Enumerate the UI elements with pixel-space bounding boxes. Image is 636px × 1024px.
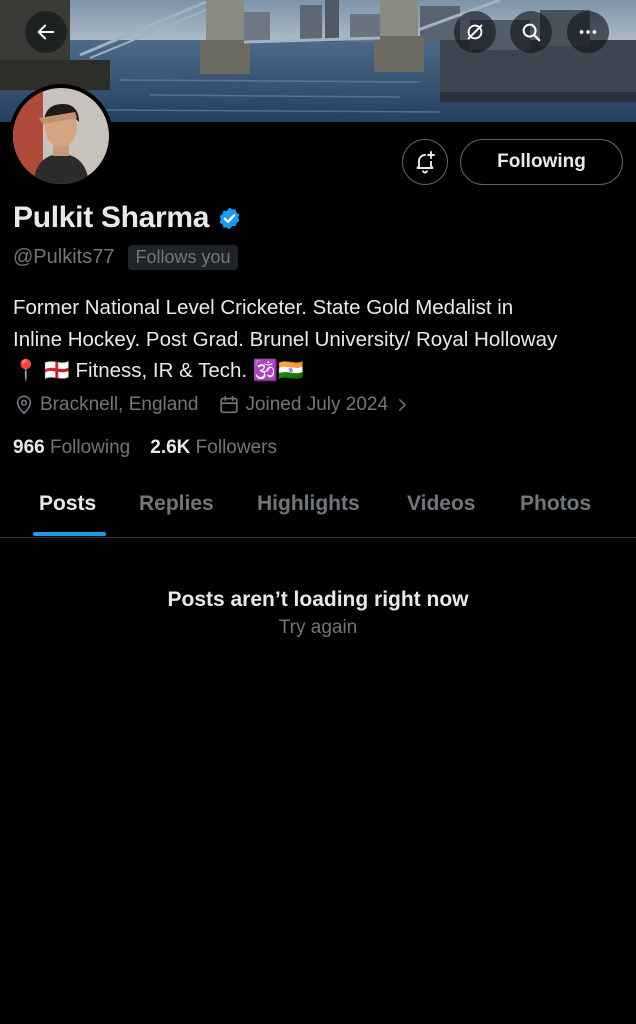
display-name: Pulkit Sharma bbox=[13, 201, 210, 234]
bio-line: Inline Hockey. Post Grad. Brunel Univers… bbox=[13, 327, 558, 351]
profile-meta: Bracknell, England Joined July 2024 bbox=[13, 394, 431, 416]
search-icon bbox=[522, 23, 541, 42]
bio-line: 📍 🏴󠁧󠁢󠁥󠁮󠁧󠁿 Fitness, IR & Tech. 🕉️🇮🇳 bbox=[13, 359, 304, 382]
tab-photos[interactable]: Photos bbox=[520, 492, 591, 516]
chevron-right-icon bbox=[399, 399, 406, 411]
followers-label: Followers bbox=[195, 437, 277, 458]
joined-date[interactable]: Joined July 2024 bbox=[218, 394, 411, 416]
following-button[interactable]: Following bbox=[460, 139, 623, 185]
grok-button[interactable] bbox=[454, 11, 496, 53]
try-again-link[interactable]: Try again bbox=[0, 617, 636, 639]
followers-stat[interactable]: 2.6K Followers bbox=[150, 437, 277, 459]
back-button[interactable] bbox=[25, 11, 67, 53]
tab-videos[interactable]: Videos bbox=[407, 492, 475, 516]
following-stat[interactable]: 966 Following bbox=[13, 437, 130, 459]
following-count: 966 bbox=[13, 437, 45, 458]
profile-tabs: Posts Replies Highlights Videos Photos bbox=[0, 478, 636, 538]
arrow-left-icon bbox=[37, 24, 55, 40]
location: Bracknell, England bbox=[13, 394, 198, 416]
follows-you-badge: Follows you bbox=[128, 245, 238, 270]
grok-icon bbox=[467, 24, 483, 40]
more-icon bbox=[579, 30, 597, 34]
followers-count: 2.6K bbox=[150, 437, 191, 458]
tab-replies[interactable]: Replies bbox=[139, 492, 214, 516]
tab-highlights[interactable]: Highlights bbox=[257, 492, 360, 516]
location-pin-icon bbox=[16, 395, 32, 415]
tab-posts[interactable]: Posts bbox=[39, 492, 96, 516]
location-text: Bracknell, England bbox=[40, 394, 199, 415]
calendar-icon bbox=[220, 395, 239, 414]
notifications-button[interactable] bbox=[402, 139, 448, 185]
follow-stats: 966 Following 2.6K Followers bbox=[13, 437, 297, 459]
search-button[interactable] bbox=[510, 11, 552, 53]
profile-avatar[interactable] bbox=[9, 84, 113, 188]
bio-line: Former National Level Cricketer. State G… bbox=[13, 296, 514, 319]
active-tab-indicator bbox=[33, 532, 106, 536]
verified-badge-icon[interactable] bbox=[217, 206, 242, 231]
name-row: Pulkit Sharma bbox=[13, 201, 242, 235]
bell-plus-icon bbox=[416, 151, 435, 174]
handle: @Pulkits77 bbox=[13, 246, 115, 268]
handle-row: @Pulkits77 Follows you bbox=[13, 245, 238, 270]
more-button[interactable] bbox=[567, 11, 609, 53]
joined-text: Joined July 2024 bbox=[245, 394, 389, 415]
empty-state-title: Posts aren’t loading right now bbox=[167, 588, 469, 611]
avatar-image bbox=[13, 88, 109, 184]
bio: Former National Level Cricketer. State G… bbox=[13, 292, 628, 387]
following-label: Following bbox=[49, 437, 131, 458]
